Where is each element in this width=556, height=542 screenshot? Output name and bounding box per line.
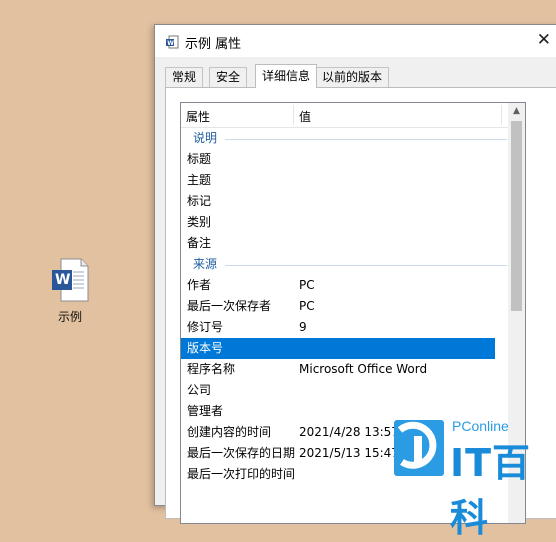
table-row[interactable]: 最后一次保存者 PC [181,296,525,317]
property-name: 作者 [187,278,212,292]
table-row[interactable]: 程序名称 Microsoft Office Word [181,359,525,380]
word-app-icon: W [165,35,179,52]
group-label: 说明 [193,131,218,145]
group-divider [225,139,507,140]
group-label: 来源 [193,257,218,271]
property-name: 版本号 [187,341,224,355]
property-value: PC [299,299,315,313]
property-value: 2021/4/28 13:57 [299,425,399,439]
property-name: 修订号 [187,320,224,334]
property-name: 最后一次打印的时间 [187,467,296,481]
property-name: 类别 [187,215,212,229]
tab-previous-versions[interactable]: 以前的版本 [315,67,390,87]
table-row[interactable]: 修订号 9 [181,317,525,338]
title-bar[interactable]: W 示例 属性 ✕ [155,25,556,57]
property-name: 程序名称 [187,362,236,376]
header-property[interactable]: 属性 [186,108,210,125]
desktop-file-icon[interactable]: W 示例 [40,258,100,325]
property-name: 最后一次保存的日期 [187,446,296,460]
group-divider [225,265,507,266]
close-icon[interactable]: ✕ [537,31,551,49]
table-row[interactable]: 备注 [181,233,525,254]
word-letter: W [55,272,71,288]
property-name: 最后一次保存者 [187,299,272,313]
tab-details[interactable]: 详细信息 [255,64,318,88]
header-divider[interactable] [293,105,294,125]
property-name: 主题 [187,173,212,187]
desktop-file-label: 示例 [57,310,82,324]
property-value: Microsoft Office Word [299,362,428,376]
header-divider[interactable] [501,105,502,125]
property-value: 9 [299,320,307,334]
table-row-selected[interactable]: 版本号 [181,338,495,359]
svg-text:W: W [167,40,174,47]
property-name: 标题 [187,152,212,166]
property-value: PC [299,278,315,292]
watermark-text: IT百科 [450,441,532,540]
scroll-up-arrow-icon[interactable]: ▲ [508,103,525,120]
header-value[interactable]: 值 [299,108,311,125]
table-row[interactable]: 标记 [181,191,525,212]
property-name: 标记 [187,194,212,208]
table-row[interactable]: 主题 [181,170,525,191]
property-value: 2021/5/13 15:47 [299,446,399,460]
tab-security[interactable]: 安全 [209,67,248,87]
group-origin: 来源 [181,254,525,275]
tab-general[interactable]: 常规 [165,67,204,87]
property-name: 创建内容的时间 [187,425,272,439]
property-name: 备注 [187,236,212,250]
table-row[interactable]: 作者 PC [181,275,525,296]
window-title: 示例 属性 [185,37,242,52]
table-row[interactable]: 标题 [181,149,525,170]
watermark-logo-icon [394,420,444,476]
scrollbar-thumb[interactable] [511,121,522,311]
property-name: 管理者 [187,404,224,418]
list-header: 属性 值 [181,103,525,128]
word-document-icon: W [51,258,89,302]
group-description: 说明 [181,128,525,149]
watermark: PConline IT百科 [394,418,556,540]
table-row[interactable]: 公司 [181,380,525,401]
property-name: 公司 [187,383,212,397]
table-row[interactable]: 类别 [181,212,525,233]
